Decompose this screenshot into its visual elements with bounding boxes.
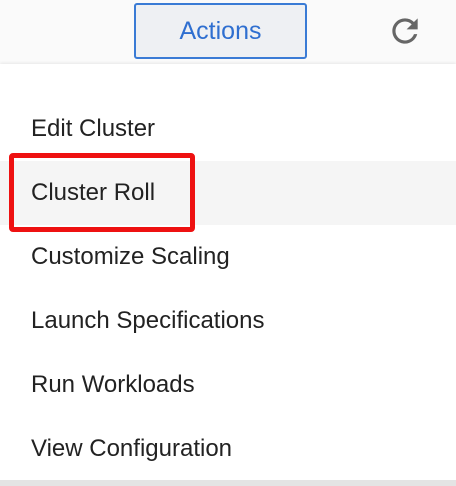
menu-item-label: Launch Specifications [31, 307, 265, 334]
menu-item-launch-specifications[interactable]: Launch Specifications [0, 289, 456, 353]
toolbar: Actions [0, 0, 456, 64]
menu-list: Edit Cluster Cluster Roll Customize Scal… [0, 97, 456, 481]
menu-item-label: Cluster Roll [31, 179, 156, 206]
refresh-icon[interactable] [386, 12, 424, 50]
menu-item-edit-cluster[interactable]: Edit Cluster [0, 97, 456, 161]
menu-item-label: Edit Cluster [31, 115, 156, 142]
page: Actions Edit Cluster Cluster Roll Custom… [0, 0, 456, 486]
menu-item-cluster-roll[interactable]: Cluster Roll [0, 161, 456, 225]
menu-item-run-workloads[interactable]: Run Workloads [0, 353, 456, 417]
menu-item-label: View Configuration [31, 435, 233, 462]
menu-item-label: Run Workloads [31, 371, 195, 398]
actions-dropdown-menu: Edit Cluster Cluster Roll Customize Scal… [0, 64, 456, 480]
bottom-divider [0, 480, 456, 486]
menu-item-customize-scaling[interactable]: Customize Scaling [0, 225, 456, 289]
actions-button[interactable]: Actions [134, 3, 307, 59]
menu-item-view-configuration[interactable]: View Configuration [0, 417, 456, 481]
menu-item-label: Customize Scaling [31, 243, 230, 270]
